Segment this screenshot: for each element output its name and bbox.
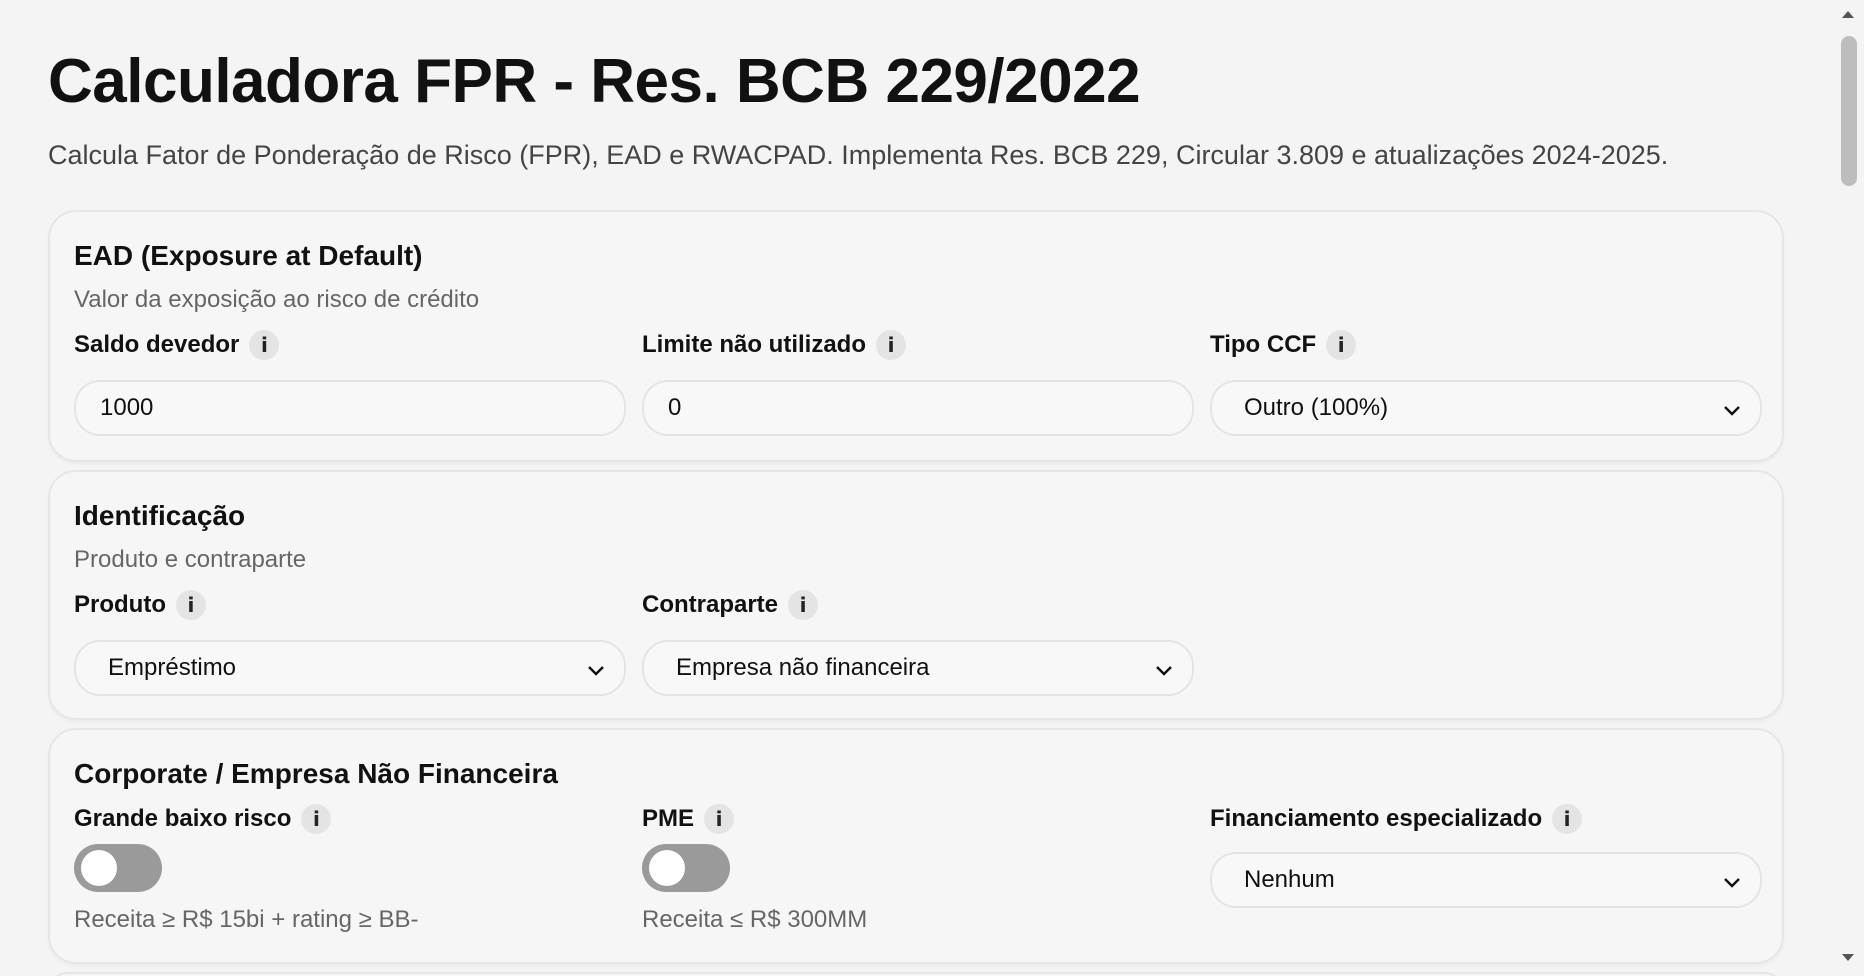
pme-label-text: PME [642,805,695,832]
grande-toggle[interactable] [74,844,162,892]
identificacao-card: Identificação Produto e contraparte Prod… [48,470,1784,720]
page-title: Calculadora FPR - Res. BCB 229/2022 [48,47,1141,116]
ead-card-title: EAD (Exposure at Default) [74,240,423,271]
corporate-card-title: Corporate / Empresa Não Financeira [74,758,558,789]
info-icon[interactable]: i [1552,804,1583,834]
scroll-up-arrow-icon[interactable] [1840,8,1856,20]
produto-select-value: Empréstimo [108,654,237,681]
produto-label: Produto i [74,590,206,620]
scrollbar[interactable] [1832,0,1864,976]
corporate-card: Corporate / Empresa Não Financeira Grand… [48,728,1784,964]
contraparte-label: Contraparte i [642,590,819,620]
saldo-input-value: 1000 [100,394,154,421]
scroll-down-arrow-icon[interactable] [1840,952,1856,964]
pme-hint: Receita ≤ R$ 300MM [642,906,868,933]
page-subtitle: Calcula Fator de Ponderação de Risco (FP… [48,140,1669,170]
fin-select-value: Nenhum [1244,866,1335,893]
info-icon[interactable]: i [788,590,819,620]
ccf-label-text: Tipo CCF [1210,331,1317,358]
chevron-down-icon [1724,406,1740,416]
saldo-input[interactable]: 1000 [74,380,626,436]
produto-select[interactable]: Empréstimo [74,640,626,696]
info-icon[interactable]: i [249,330,280,360]
chevron-down-icon [1156,666,1172,676]
pme-label: PME i [642,804,735,834]
info-icon[interactable]: i [301,804,332,834]
ead-card-description: Valor da exposição ao risco de crédito [74,286,480,313]
scrollbar-thumb[interactable] [1841,36,1857,186]
next-card [48,972,1784,976]
contraparte-select-value: Empresa não financeira [676,654,930,681]
limite-label-text: Limite não utilizado [642,331,867,358]
contraparte-label-text: Contraparte [642,591,779,618]
contraparte-select[interactable]: Empresa não financeira [642,640,1194,696]
toggle-knob [649,850,685,886]
grande-label: Grande baixo risco i [74,804,332,834]
ccf-select[interactable]: Outro (100%) [1210,380,1762,436]
saldo-label: Saldo devedor i [74,330,280,360]
info-icon[interactable]: i [876,330,907,360]
ccf-label: Tipo CCF i [1210,330,1357,360]
toggle-knob [81,850,117,886]
fin-label: Financiamento especializado i [1210,804,1583,834]
ead-card: EAD (Exposure at Default) Valor da expos… [48,210,1784,462]
limite-label: Limite não utilizado i [642,330,907,360]
fin-select[interactable]: Nenhum [1210,852,1762,908]
info-icon[interactable]: i [704,804,735,834]
chevron-down-icon [588,666,604,676]
pme-toggle[interactable] [642,844,730,892]
page: Calculadora FPR - Res. BCB 229/2022 Calc… [0,0,1832,976]
ccf-select-value: Outro (100%) [1244,394,1389,421]
info-icon[interactable]: i [1326,330,1357,360]
info-icon[interactable]: i [175,590,206,620]
chevron-down-icon [1724,878,1740,888]
saldo-label-text: Saldo devedor [74,331,240,358]
identificacao-card-description: Produto e contraparte [74,546,307,573]
identificacao-card-title: Identificação [74,500,246,531]
limite-input[interactable]: 0 [642,380,1194,436]
grande-label-text: Grande baixo risco [74,805,292,832]
grande-hint: Receita ≥ R$ 15bi + rating ≥ BB- [74,906,419,933]
fin-label-text: Financiamento especializado [1210,805,1543,832]
produto-label-text: Produto [74,591,166,618]
limite-input-value: 0 [668,394,682,421]
